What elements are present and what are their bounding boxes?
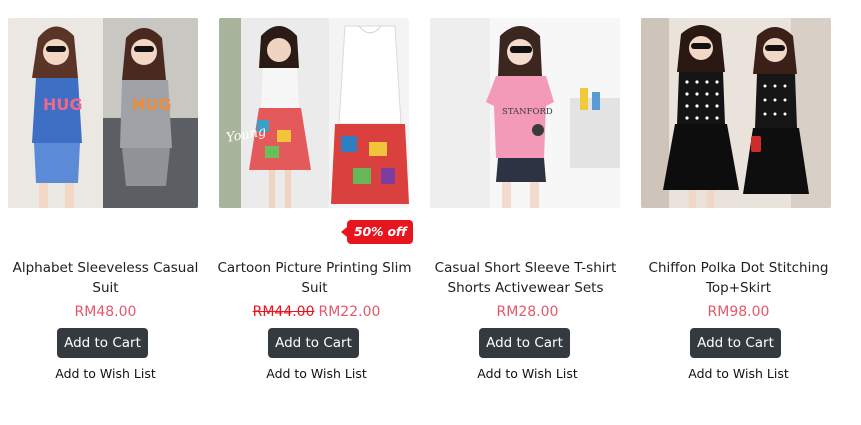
discount-badge: 50% off <box>340 220 414 244</box>
product-image[interactable]: Young <box>219 18 409 208</box>
product-card: HUG HUG Alphabet Sleeveless Casual Suit … <box>0 0 211 425</box>
product-card: Chiffon Polka Dot Stitching Top+Skirt RM… <box>633 0 844 425</box>
product-image[interactable]: STANFORD <box>430 18 620 208</box>
add-to-wish-list-link[interactable]: Add to Wish List <box>0 366 211 381</box>
price-current: RM22.00 <box>318 304 381 320</box>
product-image[interactable] <box>641 18 831 208</box>
add-to-wish-list-link[interactable]: Add to Wish List <box>422 366 633 381</box>
product-price: RM98.00 <box>633 304 844 320</box>
add-to-cart-button[interactable]: Add to Cart <box>57 328 148 358</box>
product-card: STANFORD Casual Short Sleeve T-shirt Sho… <box>422 0 633 425</box>
product-image[interactable]: HUG HUG <box>8 18 198 208</box>
product-price: RM44.00 RM22.00 <box>211 304 422 320</box>
svg-text:HUG: HUG <box>43 95 83 114</box>
price-current: RM28.00 <box>496 304 559 320</box>
product-name[interactable]: Casual Short Sleeve T-shirt Shorts Activ… <box>420 258 631 298</box>
product-grid: HUG HUG Alphabet Sleeveless Casual Suit … <box>0 0 861 425</box>
add-to-cart-button[interactable]: Add to Cart <box>690 328 781 358</box>
product-name[interactable]: Chiffon Polka Dot Stitching Top+Skirt <box>633 258 844 298</box>
add-to-cart-button[interactable]: Add to Cart <box>479 328 570 358</box>
svg-text:HUG: HUG <box>132 95 172 114</box>
product-price: RM48.00 <box>0 304 211 320</box>
add-to-wish-list-link[interactable]: Add to Wish List <box>633 366 844 381</box>
product-name[interactable]: Cartoon Picture Printing Slim Suit <box>209 258 420 298</box>
price-current: RM98.00 <box>707 304 770 320</box>
product-price: RM28.00 <box>422 304 633 320</box>
product-name[interactable]: Alphabet Sleeveless Casual Suit <box>0 258 211 298</box>
product-card: Young 50% off Cartoon Picture Printing S… <box>211 0 422 425</box>
price-original: RM44.00 <box>252 304 315 320</box>
add-to-cart-button[interactable]: Add to Cart <box>268 328 359 358</box>
svg-text:STANFORD: STANFORD <box>502 107 553 117</box>
price-current: RM48.00 <box>74 304 137 320</box>
add-to-wish-list-link[interactable]: Add to Wish List <box>211 366 422 381</box>
